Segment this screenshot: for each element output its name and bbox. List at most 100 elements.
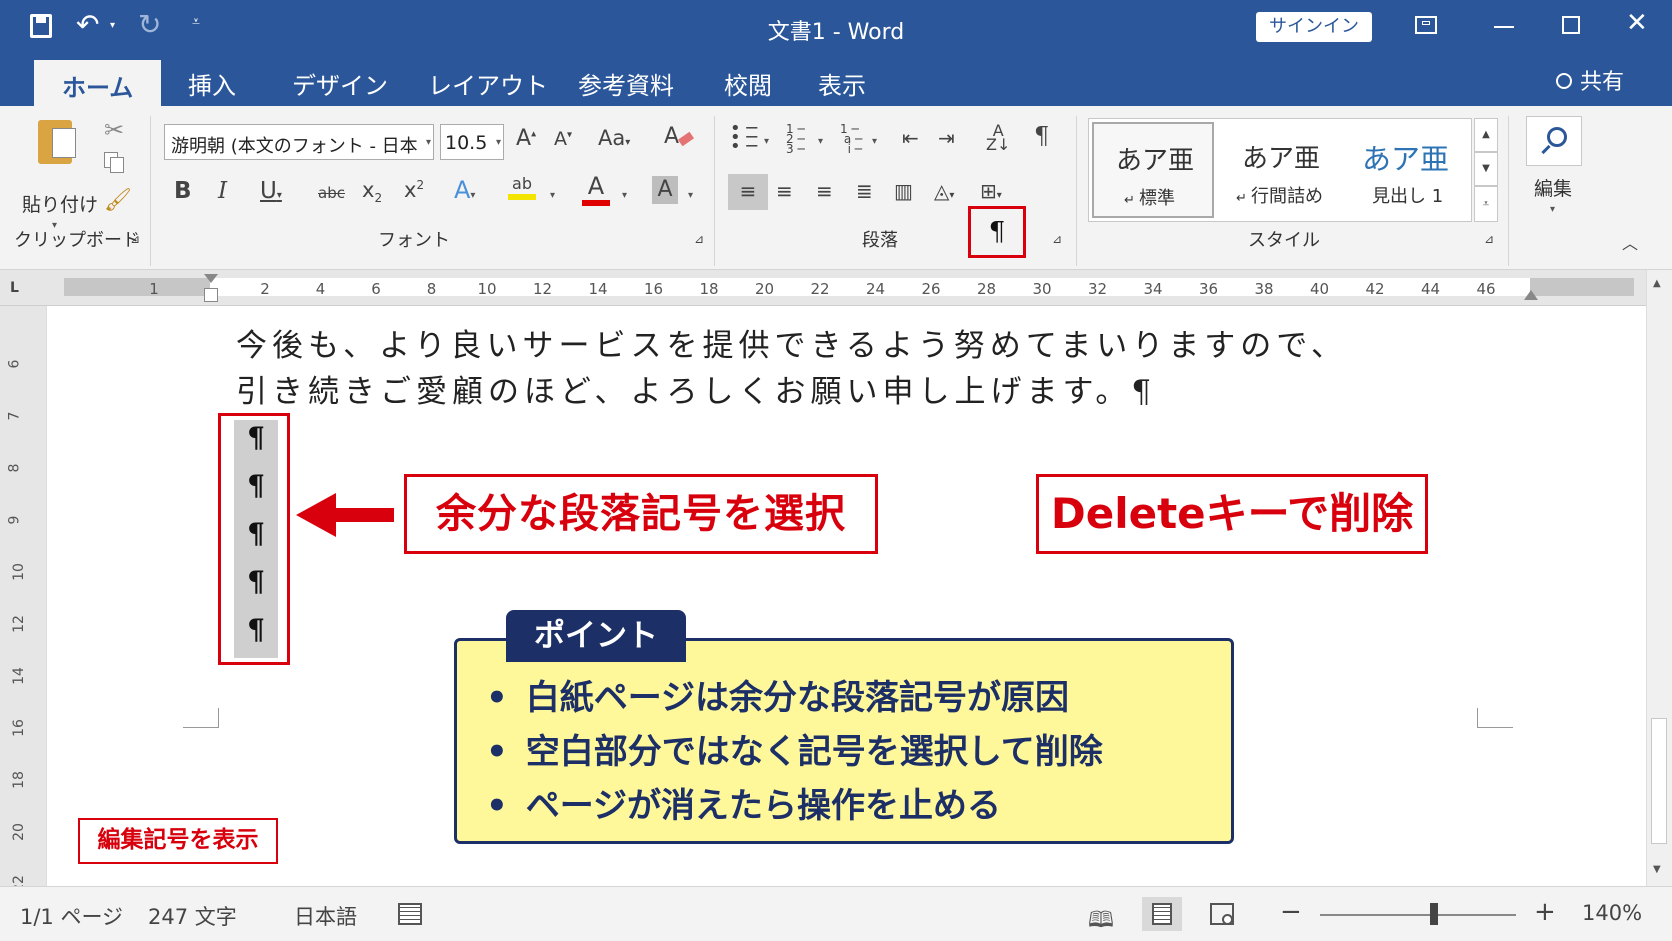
paragraph-mark[interactable]: ¶ — [236, 512, 276, 556]
chevron-down-icon[interactable]: ▾ — [818, 136, 823, 147]
editing-button[interactable]: 編集 ▾ — [1524, 114, 1584, 220]
scroll-down-icon[interactable]: ▼ — [1653, 864, 1661, 875]
subscript-icon[interactable]: x2 — [362, 178, 382, 205]
web-layout-icon[interactable] — [1210, 903, 1234, 925]
align-center-icon[interactable]: ≡ — [776, 174, 793, 208]
tab-design[interactable]: デザイン — [292, 66, 388, 101]
tab-insert[interactable]: 挿入 — [188, 66, 236, 101]
tab-view[interactable]: 表示 — [818, 66, 866, 101]
print-layout-icon[interactable] — [1142, 897, 1182, 931]
zoom-slider-thumb[interactable] — [1430, 903, 1438, 925]
tab-references[interactable]: 参考資料 — [578, 66, 674, 101]
cut-icon[interactable]: ✂ — [104, 116, 124, 144]
font-color-icon[interactable]: A — [582, 172, 610, 206]
superscript-icon[interactable]: x2 — [404, 178, 424, 202]
tab-review[interactable]: 校閲 — [724, 66, 772, 101]
shading-icon[interactable]: ◬▾ — [934, 174, 954, 213]
share-button[interactable]: 共有 — [1556, 64, 1624, 96]
person-icon — [1556, 73, 1572, 89]
point-item-3: • ページが消えたら操作を止める — [486, 778, 1001, 827]
show-marks-highlight-button[interactable]: ¶ — [968, 206, 1026, 258]
vertical-ruler-number: 10 — [10, 563, 27, 581]
tab-selector-icon[interactable]: L — [10, 280, 28, 298]
paragraph-mark[interactable]: ¶ — [236, 608, 276, 652]
tab-home[interactable]: ホーム — [34, 60, 162, 106]
document-line-2[interactable]: 引き続きご愛顧のほど、よろしくお願い申し上げます。¶ — [236, 366, 1156, 411]
style-normal-label: 標準 — [1139, 188, 1176, 209]
styles-scroll-up-icon[interactable]: ▲ — [1474, 118, 1498, 152]
font-launcher-icon[interactable]: ⊿ — [694, 232, 704, 246]
bold-icon[interactable]: B — [174, 178, 192, 204]
clipboard-launcher-icon[interactable]: ⊿ — [130, 232, 140, 246]
first-line-indent-handle[interactable] — [204, 274, 218, 283]
vertical-scrollbar[interactable]: ▲ ▼ — [1646, 270, 1672, 886]
styles-more-icon[interactable]: ⩡ — [1474, 186, 1498, 222]
document-line-1[interactable]: 今後も、より良いサービスを提供できるよう努めてまいりますので、 — [236, 320, 1347, 365]
zoom-level[interactable]: 140% — [1582, 901, 1642, 925]
grow-font-icon[interactable]: A▴ — [516, 126, 536, 151]
chevron-down-icon[interactable]: ▾ — [550, 190, 555, 201]
macro-record-icon[interactable] — [398, 903, 422, 925]
strikethrough-icon[interactable]: abc — [318, 184, 345, 202]
zoom-in-button[interactable]: + — [1534, 897, 1556, 927]
styles-launcher-icon[interactable]: ⊿ — [1484, 232, 1494, 246]
chevron-down-icon[interactable]: ▾ — [872, 136, 877, 147]
maximize-icon[interactable] — [1562, 16, 1580, 34]
change-case-button[interactable]: Aa▾ — [598, 126, 630, 150]
chevron-down-icon[interactable]: ▾ — [622, 190, 627, 201]
show-hide-marks-icon[interactable]: ¶ — [1034, 122, 1049, 150]
chevron-down-icon[interactable]: ▾ — [688, 190, 693, 201]
paragraph-mark[interactable]: ¶ — [236, 464, 276, 508]
minimize-icon[interactable] — [1494, 26, 1514, 28]
collapse-ribbon-icon[interactable]: ︿ — [1622, 230, 1638, 254]
align-left-icon[interactable]: ≡ — [728, 174, 768, 210]
styles-scroll-down-icon[interactable]: ▼ — [1474, 152, 1498, 186]
sort-icon[interactable]: A Z↓ — [986, 123, 1010, 153]
decrease-indent-icon[interactable]: ⇤ — [902, 126, 919, 150]
ribbon-display-options-icon[interactable] — [1415, 16, 1437, 34]
left-indent-handle[interactable] — [204, 288, 218, 302]
zoom-slider-track[interactable] — [1320, 914, 1516, 916]
font-name-select[interactable]: 游明朝 (本文のフォント - 日本 ▾ — [164, 124, 434, 160]
read-mode-icon[interactable]: 🕮 — [1088, 903, 1114, 941]
paragraph-mark[interactable]: ¶ — [236, 560, 276, 604]
scroll-up-icon[interactable]: ▲ — [1653, 278, 1661, 289]
signin-button[interactable]: サインイン — [1256, 12, 1372, 42]
style-normal[interactable]: あア亜 ↵ 標準 — [1092, 122, 1214, 218]
numbering-icon[interactable]: 1 ─ 2 ─ 3 ─ — [786, 123, 805, 155]
shrink-font-icon[interactable]: A▾ — [554, 128, 572, 150]
underline-icon[interactable]: U▾ — [260, 178, 282, 204]
multilevel-list-icon[interactable]: 1 ─ a ─ i ─ — [840, 123, 862, 155]
align-right-icon[interactable]: ≡ — [816, 174, 833, 208]
italic-icon[interactable]: I — [218, 178, 227, 204]
highlight-icon[interactable]: ab — [508, 174, 536, 200]
bullets-icon[interactable]: • ─ • ─ • ─ — [730, 120, 757, 156]
ruler-margin-left — [64, 278, 210, 296]
word-count[interactable]: 247 文字 — [148, 901, 237, 931]
scroll-thumb[interactable] — [1651, 718, 1667, 844]
right-indent-handle[interactable] — [1524, 290, 1538, 300]
copy-icon[interactable] — [104, 152, 126, 174]
page-count[interactable]: 1/1 ページ — [20, 901, 123, 931]
clear-formatting-icon[interactable]: A — [664, 124, 695, 149]
language[interactable]: 日本語 — [294, 901, 357, 931]
title-bar: ↶ ▾ ↻ ⩡ 文書1 - Word サインイン ✕ — [0, 0, 1672, 56]
increase-indent-icon[interactable]: ⇥ — [938, 126, 955, 150]
font-name-value: 游明朝 (本文のフォント - 日本 — [171, 136, 418, 157]
format-painter-icon[interactable]: 🖌 — [104, 188, 132, 213]
text-effects-icon[interactable]: A▾ — [454, 176, 475, 204]
tab-layout[interactable]: レイアウト — [428, 66, 548, 101]
font-size-select[interactable]: 10.5 ▾ — [440, 124, 504, 160]
paragraph-mark[interactable]: ¶ — [236, 416, 276, 460]
zoom-out-button[interactable]: − — [1280, 897, 1302, 927]
style-no-spacing[interactable]: あア亜 ↵ 行間詰め — [1218, 122, 1340, 218]
justify-icon[interactable]: ≣ — [856, 174, 873, 208]
character-shading-icon[interactable]: A — [652, 176, 678, 204]
paragraph-launcher-icon[interactable]: ⊿ — [1052, 232, 1062, 246]
chevron-down-icon[interactable]: ▾ — [764, 136, 769, 147]
paste-button[interactable]: 貼り付け ▾ — [22, 118, 98, 231]
close-icon[interactable]: ✕ — [1626, 8, 1648, 38]
style-heading1[interactable]: あア亜 見出し 1 — [1344, 122, 1466, 218]
ribbon: 貼り付け ▾ ✂ 🖌 クリップボード ⊿ 游明朝 (本文のフォント - 日本 ▾… — [0, 106, 1672, 270]
distributed-icon[interactable]: ▥ — [894, 174, 913, 208]
